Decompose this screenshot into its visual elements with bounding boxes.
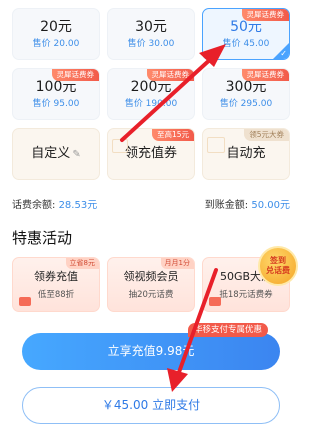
- denomination-price: 售价 95.00: [32, 99, 80, 109]
- denomination-50[interactable]: 灵犀话费券 50元 售价 45.00 ✓: [202, 8, 290, 60]
- denomination-200[interactable]: 灵犀话费券 200元 售价 190.00: [107, 68, 195, 120]
- checkin-badge[interactable]: 签到 兑话费: [258, 246, 298, 286]
- promo-tag: 月月1分: [160, 258, 194, 269]
- promo-tag: 立省8元: [65, 258, 99, 269]
- section-title: 特惠活动: [12, 229, 73, 247]
- denomination-30[interactable]: 30元 售价 30.00: [107, 8, 195, 60]
- gift-icon: [19, 297, 31, 306]
- denomination-grid: 20元 售价 20.00 30元 售价 30.00 灵犀话费券 50元 售价 4…: [12, 8, 290, 180]
- pay-now-button[interactable]: ￥45.00 立即支付: [22, 387, 280, 424]
- denomination-amount: 30元: [135, 19, 167, 35]
- promo-coupon-recharge[interactable]: 立省8元 领券充值 低至88折: [12, 257, 100, 312]
- badge-line2: 兑话费: [266, 266, 290, 275]
- coupon-tag: 灵犀话费券: [146, 69, 194, 81]
- coupon-tag: 灵犀话费券: [241, 69, 289, 81]
- auto-recharge-label: 自动充: [226, 146, 266, 161]
- get-coupon-label: 领充值券: [124, 146, 177, 161]
- custom-amount-label: 自定义: [31, 145, 71, 161]
- coupon-tag: 领5元大券: [244, 129, 289, 141]
- balance-info: 话费余额: 28.53元: [12, 196, 97, 211]
- enjoy-recharge-button[interactable]: 立享充值9.98元: [22, 333, 280, 370]
- coupon-tag: 灵犀话费券: [51, 69, 99, 81]
- denomination-300[interactable]: 灵犀话费券 300元 售价 295.00: [202, 68, 290, 120]
- pencil-icon: ✎: [72, 148, 81, 160]
- balance-row: 话费余额: 28.53元 到账金额: 50.00元: [12, 196, 290, 211]
- promo-title: 领视频会员: [123, 269, 179, 283]
- promo-subtitle: 低至88折: [37, 289, 75, 300]
- custom-amount-row: 自定义 ✎: [31, 145, 80, 164]
- promo-subtitle: 抽20元话费: [128, 289, 174, 300]
- denomination-price: 售价 30.00: [127, 39, 175, 49]
- denomination-price: 售价 20.00: [32, 39, 80, 49]
- gift-icon: [209, 297, 221, 306]
- badge-line1: 签到: [270, 256, 286, 265]
- promo-row: 立省8元 领券充值 低至88折 月月1分 领视频会员 抽20元话费 50GB大流…: [12, 257, 290, 312]
- arrival-info: 到账金额: 50.00元: [205, 196, 290, 211]
- arrival-label: 到账金额:: [204, 200, 249, 211]
- calendar-icon: [207, 137, 225, 153]
- recharge-page: 20元 售价 20.00 30元 售价 30.00 灵犀话费券 50元 售价 4…: [0, 0, 302, 431]
- pay-discount-badge: 华移支付专属优惠: [188, 323, 269, 337]
- custom-amount-card[interactable]: 自定义 ✎: [12, 128, 100, 180]
- denomination-100[interactable]: 灵犀话费券 100元 售价 95.00: [12, 68, 100, 120]
- promo-subtitle: 抵18元话费券: [219, 289, 273, 300]
- denomination-price: 售价 45.00: [222, 39, 270, 49]
- get-coupon-card[interactable]: 至高15元 领充值券: [107, 128, 195, 180]
- balance-value: 28.53元: [58, 200, 98, 211]
- promo-video-member[interactable]: 月月1分 领视频会员 抽20元话费: [107, 257, 195, 312]
- balance-label: 话费余额:: [12, 200, 56, 211]
- auto-recharge-card[interactable]: 领5元大券 自动充: [202, 128, 290, 180]
- denomination-amount: 20元: [40, 19, 72, 35]
- promo-title: 领券充值: [34, 269, 78, 283]
- denomination-price: 售价 190.00: [124, 99, 178, 109]
- denomination-20[interactable]: 20元 售价 20.00: [12, 8, 100, 60]
- coupon-icon: [112, 139, 128, 153]
- denomination-price: 售价 295.00: [219, 99, 273, 109]
- coupon-tag: 灵犀话费券: [241, 9, 289, 21]
- coupon-tag: 至高15元: [151, 129, 194, 141]
- check-icon: ✓: [280, 49, 287, 58]
- arrival-value: 50.00元: [251, 200, 290, 211]
